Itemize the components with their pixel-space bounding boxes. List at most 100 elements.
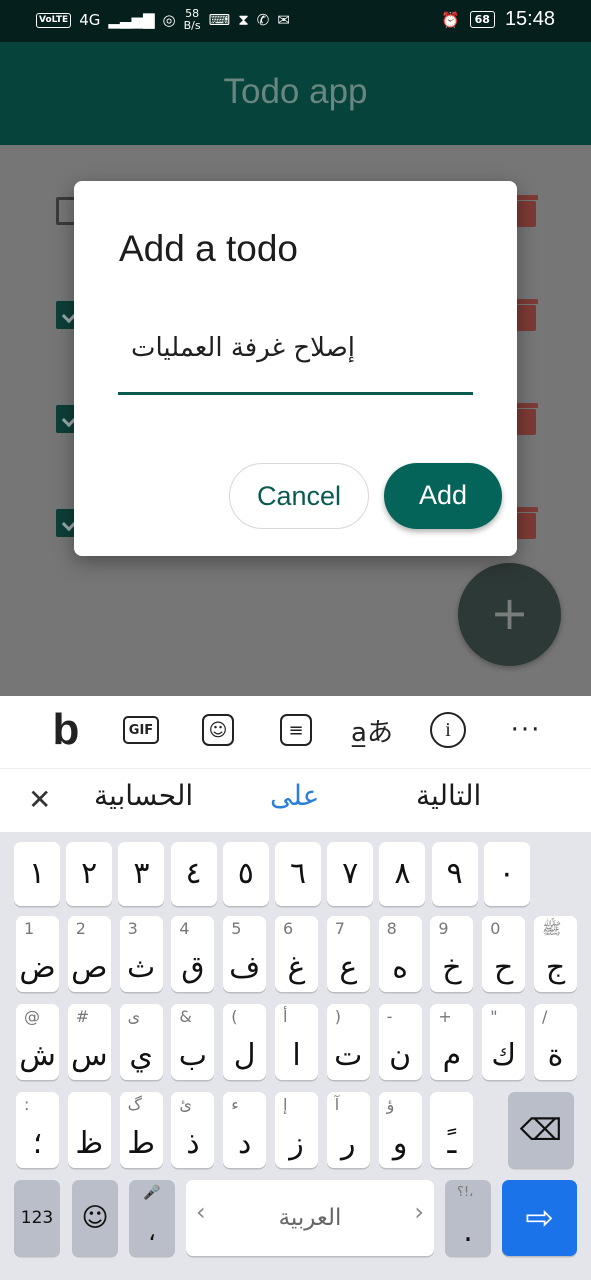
letter-key[interactable]: / ة bbox=[534, 1004, 577, 1080]
period-hint: ؟!، bbox=[457, 1185, 474, 1200]
key-letter: ا bbox=[292, 1038, 301, 1073]
key-hint: ؤ bbox=[386, 1095, 395, 1114]
mail-icon: ✉ bbox=[277, 11, 290, 29]
backspace-key[interactable]: ⌫ bbox=[508, 1092, 574, 1168]
trash-icon[interactable] bbox=[514, 297, 538, 331]
number-key[interactable]: ١ bbox=[14, 842, 60, 906]
suggestion-2[interactable]: على bbox=[270, 779, 319, 812]
letter-key[interactable]: 8ه bbox=[378, 916, 422, 992]
clipboard-icon[interactable]: ≡ bbox=[280, 714, 312, 746]
translate-icon[interactable]: a̲あ bbox=[350, 708, 394, 752]
period-label: . bbox=[463, 1214, 473, 1249]
letter-key[interactable]: أا bbox=[275, 1004, 318, 1080]
enter-arrow-icon: ⇨ bbox=[525, 1198, 554, 1238]
letter-key[interactable]: 0ح bbox=[482, 916, 526, 992]
key-hint: 0 bbox=[490, 919, 501, 938]
right-arrow-icon: › bbox=[414, 1198, 424, 1226]
letter-key[interactable]: : ؛ bbox=[16, 1092, 59, 1168]
letter-key[interactable]: 6غ bbox=[275, 916, 318, 992]
period-key[interactable]: ؟!، . bbox=[445, 1180, 491, 1256]
more-icon[interactable]: ··· bbox=[504, 708, 548, 752]
letter-key[interactable]: ئذ bbox=[171, 1092, 215, 1168]
letter-key[interactable]: إز bbox=[275, 1092, 318, 1168]
letter-key[interactable]: 1ض bbox=[16, 916, 59, 992]
letter-key[interactable]: ظ bbox=[67, 1092, 111, 1168]
letter-key[interactable]: ﷺج bbox=[534, 916, 577, 992]
number-key[interactable]: ٥ bbox=[222, 842, 269, 906]
keyboard-keys: ١٢٣٤٥٦٧٨٩٠ 1ض2ص3ث4ق5ف6غ7ع8ه9خ0حﷺج @ ش # س ى ي… bbox=[0, 832, 591, 1280]
close-suggestions-icon[interactable]: ✕ bbox=[28, 783, 51, 816]
key-hint: # bbox=[75, 1007, 90, 1026]
keyboard-toolbar: b GIF ☺ ≡ a̲あ i ··· bbox=[0, 696, 591, 768]
letter-key[interactable]: ) ت bbox=[326, 1004, 370, 1080]
mic-icon: 🎤 bbox=[143, 1185, 161, 1201]
letter-key[interactable]: -ن bbox=[378, 1004, 422, 1080]
trash-icon[interactable] bbox=[514, 505, 538, 539]
todo-text-input[interactable] bbox=[118, 321, 473, 395]
bing-icon[interactable]: b bbox=[44, 708, 88, 752]
key-hint: & bbox=[179, 1007, 192, 1026]
letter-key[interactable]: 3ث bbox=[119, 916, 163, 992]
comma-mic-key[interactable]: 🎤 ، bbox=[129, 1180, 175, 1256]
key-letter: ض bbox=[19, 950, 56, 985]
add-todo-fab[interactable]: + bbox=[458, 563, 561, 666]
key-letter: ص bbox=[71, 950, 108, 985]
cancel-button[interactable]: Cancel bbox=[229, 463, 369, 529]
suggestion-1[interactable]: التالية bbox=[416, 779, 481, 812]
letter-key[interactable]: @ ش bbox=[16, 1004, 59, 1080]
key-letter: ة bbox=[547, 1038, 564, 1073]
letter-key[interactable]: 2ص bbox=[67, 916, 111, 992]
mode-123-key[interactable]: 123 bbox=[14, 1180, 60, 1256]
letter-key[interactable]: 5ف bbox=[223, 916, 267, 992]
letter-key[interactable]: & ب bbox=[171, 1004, 215, 1080]
space-key[interactable]: ‹ العربية › bbox=[186, 1180, 434, 1256]
network-speed: 58 B/s bbox=[184, 8, 201, 32]
letter-key[interactable]: ىي bbox=[119, 1004, 163, 1080]
suggestion-3[interactable]: الحسابية bbox=[94, 779, 193, 812]
status-right: ⏰ 68 15:48 bbox=[441, 8, 555, 31]
number-key[interactable]: ٧ bbox=[327, 842, 374, 906]
key-hint: : bbox=[24, 1095, 30, 1114]
key-hint: إ bbox=[283, 1095, 288, 1114]
key-hint: 7 bbox=[334, 919, 345, 938]
key-hint: 9 bbox=[438, 919, 449, 938]
sticker-icon[interactable]: ☺ bbox=[202, 714, 234, 746]
speed-unit: B/s bbox=[183, 19, 201, 32]
letter-key[interactable]: ـً bbox=[430, 1092, 474, 1168]
letter-key[interactable]: 9خ bbox=[430, 916, 474, 992]
number-key[interactable]: ٩ bbox=[431, 842, 478, 906]
number-key[interactable]: ٢ bbox=[66, 842, 113, 906]
number-key[interactable]: ٤ bbox=[170, 842, 217, 906]
key-letter: خ bbox=[442, 950, 462, 985]
key-letter: م bbox=[442, 1038, 462, 1073]
key-letter: ث bbox=[126, 950, 156, 985]
enter-key[interactable]: ⇨ bbox=[502, 1180, 577, 1256]
add-button[interactable]: Add bbox=[384, 463, 502, 529]
emoji-key[interactable]: ☺ bbox=[72, 1180, 118, 1256]
letter-key[interactable]: + م bbox=[430, 1004, 474, 1080]
number-key[interactable]: ٦ bbox=[275, 842, 321, 906]
gif-icon[interactable]: GIF bbox=[123, 716, 159, 744]
add-todo-dialog: Add a todo Cancel Add bbox=[74, 181, 517, 556]
letter-key[interactable]: (ل bbox=[223, 1004, 267, 1080]
letter-key[interactable]: 7ع bbox=[326, 916, 370, 992]
key-letter: ه bbox=[392, 950, 408, 985]
letter-key[interactable]: گط bbox=[119, 1092, 163, 1168]
trash-icon[interactable] bbox=[514, 193, 538, 227]
letter-key[interactable]: ءد bbox=[223, 1092, 267, 1168]
letter-key[interactable]: # س bbox=[67, 1004, 111, 1080]
key-hint: + bbox=[438, 1007, 452, 1026]
key-hint: " bbox=[490, 1007, 498, 1026]
key-hint: گ bbox=[127, 1095, 142, 1114]
key-letter: ب bbox=[178, 1038, 208, 1073]
number-key[interactable]: ٣ bbox=[118, 842, 165, 906]
letter-key[interactable]: " ك bbox=[482, 1004, 526, 1080]
app-bar: Todo app bbox=[0, 42, 591, 145]
letter-key[interactable]: آر bbox=[326, 1092, 370, 1168]
info-icon[interactable]: i bbox=[430, 712, 466, 748]
letter-key[interactable]: ؤو bbox=[378, 1092, 422, 1168]
trash-icon[interactable] bbox=[514, 401, 538, 435]
number-key[interactable]: ٠ bbox=[483, 842, 530, 906]
number-key[interactable]: ٨ bbox=[379, 842, 426, 906]
letter-key[interactable]: 4ق bbox=[171, 916, 215, 992]
